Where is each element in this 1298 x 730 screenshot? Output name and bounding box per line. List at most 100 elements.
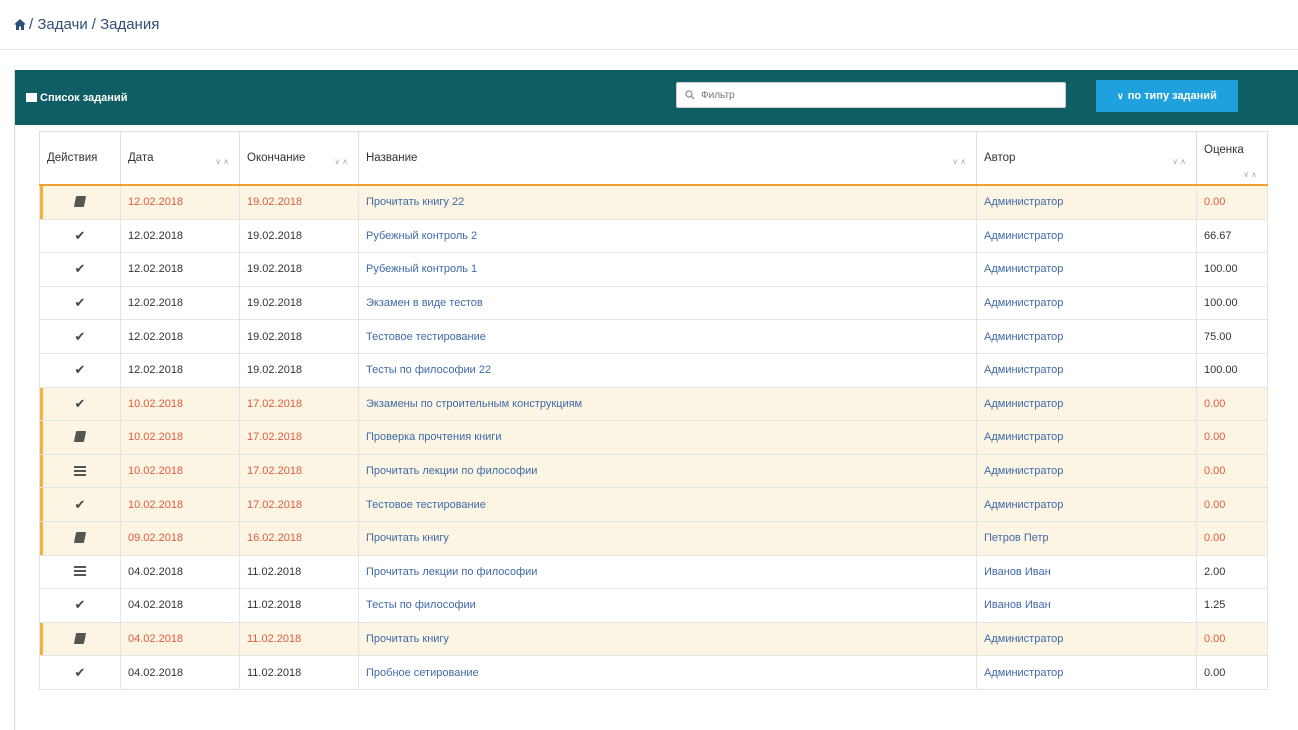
filter-by-type-button[interactable]: ∨ по типу заданий <box>1096 80 1238 112</box>
task-name-link[interactable]: Прочитать книгу 22 <box>358 184 977 220</box>
author-link[interactable]: Администратор <box>976 420 1197 455</box>
action-cell[interactable]: ✔ <box>39 218 121 254</box>
author-link[interactable]: Администратор <box>976 621 1197 657</box>
date-cell: 12.02.2018 <box>120 252 240 287</box>
sort-icon[interactable]: ∨∧ <box>334 157 350 166</box>
table-row[interactable]: ✔ 04.02.2018 11.02.2018 Тесты по философии И… <box>39 588 1268 623</box>
action-cell[interactable] <box>39 453 121 489</box>
task-name-link[interactable]: Проверка прочтения книги <box>358 420 977 455</box>
breadcrumb: / Задачи / Задания <box>0 0 1298 50</box>
task-name-link[interactable]: Прочитать книгу <box>358 621 977 657</box>
check-icon[interactable]: ✔ <box>75 329 86 344</box>
header-date[interactable]: Дата ∨∧ <box>120 131 240 186</box>
check-icon[interactable]: ✔ <box>75 228 86 243</box>
task-name-link[interactable]: Тесты по философии <box>358 588 977 623</box>
check-icon[interactable]: ✔ <box>75 362 86 377</box>
table-row[interactable]: ✔ 12.02.2018 19.02.2018 Тесты по философии … <box>39 352 1268 388</box>
check-icon[interactable]: ✔ <box>75 261 86 276</box>
check-icon[interactable]: ✔ <box>75 396 86 411</box>
header-score[interactable]: Оценка ∨∧ <box>1196 131 1268 186</box>
date-cell: 04.02.2018 <box>120 621 240 657</box>
filter-input[interactable] <box>695 89 1041 101</box>
table-row[interactable]: ✔ 12.02.2018 19.02.2018 Рубежный контроль 1… <box>39 252 1268 287</box>
header-author[interactable]: Автор ∨∧ <box>976 131 1197 186</box>
book-icon[interactable] <box>73 531 87 543</box>
table-row[interactable]: ✔ 10.02.2018 17.02.2018 Тестовое тестирован… <box>39 487 1268 522</box>
action-cell[interactable] <box>39 420 121 455</box>
filter-field[interactable] <box>676 82 1066 108</box>
table-row[interactable]: ✔ 10.02.2018 17.02.2018 Экзамены по строите… <box>39 386 1268 422</box>
sort-icon[interactable]: ∨∧ <box>952 157 968 166</box>
task-name-link[interactable]: Рубежный контроль 2 <box>358 218 977 254</box>
header-end[interactable]: Окончание ∨∧ <box>239 131 359 186</box>
action-cell[interactable]: ✔ <box>39 655 121 690</box>
author-link[interactable]: Иванов Иван <box>976 554 1197 590</box>
end-date-cell: 11.02.2018 <box>239 588 359 623</box>
table-row[interactable]: 10.02.2018 17.02.2018 Прочитать лекции по … <box>39 453 1268 489</box>
task-name-link[interactable]: Тестовое тестирование <box>358 487 977 522</box>
author-link[interactable]: Иванов Иван <box>976 588 1197 623</box>
task-name-link[interactable]: Прочитать книгу <box>358 520 977 556</box>
header-name[interactable]: Название ∨∧ <box>358 131 977 186</box>
action-cell[interactable]: ✔ <box>39 252 121 287</box>
author-link[interactable]: Администратор <box>976 252 1197 287</box>
breadcrumb-item-assignments: Задания <box>100 16 160 33</box>
task-name-link[interactable]: Тестовое тестирование <box>358 319 977 354</box>
task-name-link[interactable]: Экзамены по строительным конструкциям <box>358 386 977 422</box>
lines-icon[interactable] <box>74 566 86 577</box>
author-link[interactable]: Администратор <box>976 487 1197 522</box>
check-icon[interactable]: ✔ <box>75 497 86 512</box>
book-icon[interactable] <box>73 632 87 644</box>
action-cell[interactable] <box>39 184 121 220</box>
end-date-cell: 17.02.2018 <box>239 487 359 522</box>
author-link[interactable]: Администратор <box>976 184 1197 220</box>
action-cell[interactable]: ✔ <box>39 588 121 623</box>
sort-icon[interactable]: ∨∧ <box>1172 157 1188 166</box>
lines-icon[interactable] <box>74 465 86 476</box>
task-name-link[interactable]: Тесты по философии 22 <box>358 352 977 388</box>
table-row[interactable]: ✔ 12.02.2018 19.02.2018 Рубежный контроль 2… <box>39 218 1268 254</box>
book-icon[interactable] <box>73 195 87 207</box>
table-row[interactable]: 04.02.2018 11.02.2018 Прочитать книгу Админ… <box>39 621 1268 657</box>
action-cell[interactable]: ✔ <box>39 285 121 321</box>
author-link[interactable]: Администратор <box>976 453 1197 489</box>
table-row[interactable]: ✔ 12.02.2018 19.02.2018 Экзамен в виде тест… <box>39 285 1268 321</box>
action-cell[interactable] <box>39 621 121 657</box>
date-cell: 10.02.2018 <box>120 386 240 422</box>
table-row[interactable]: 10.02.2018 17.02.2018 Проверка прочтения к… <box>39 420 1268 455</box>
action-cell[interactable]: ✔ <box>39 386 121 422</box>
author-link[interactable]: Администратор <box>976 386 1197 422</box>
check-icon[interactable]: ✔ <box>75 597 86 612</box>
check-icon[interactable]: ✔ <box>75 295 86 310</box>
score-cell: 75.00 <box>1196 319 1268 354</box>
author-link[interactable]: Администратор <box>976 218 1197 254</box>
task-name-link[interactable]: Экзамен в виде тестов <box>358 285 977 321</box>
check-icon[interactable]: ✔ <box>75 665 86 680</box>
author-link[interactable]: Администратор <box>976 655 1197 690</box>
action-cell[interactable]: ✔ <box>39 487 121 522</box>
action-cell[interactable] <box>39 554 121 590</box>
author-link[interactable]: Администратор <box>976 319 1197 354</box>
sort-icon[interactable]: ∨∧ <box>1243 170 1259 179</box>
task-name-link[interactable]: Рубежный контроль 1 <box>358 252 977 287</box>
author-link[interactable]: Администратор <box>976 352 1197 388</box>
author-link[interactable]: Петров Петр <box>976 520 1197 556</box>
table-row[interactable]: 04.02.2018 11.02.2018 Прочитать лекции по … <box>39 554 1268 590</box>
breadcrumb-item-tasks[interactable]: Задачи <box>37 16 87 33</box>
table-row[interactable]: ✔ 04.02.2018 11.02.2018 Пробное сетирование… <box>39 655 1268 690</box>
panel-header: Список заданий ∨ по типу заданий <box>15 70 1298 125</box>
task-name-link[interactable]: Прочитать лекции по философии <box>358 453 977 489</box>
action-cell[interactable] <box>39 520 121 556</box>
author-link[interactable]: Администратор <box>976 285 1197 321</box>
book-icon[interactable] <box>73 430 87 442</box>
action-cell[interactable]: ✔ <box>39 352 121 388</box>
sort-icon[interactable]: ∨∧ <box>215 157 231 166</box>
task-name-link[interactable]: Пробное сетирование <box>358 655 977 690</box>
action-cell[interactable]: ✔ <box>39 319 121 354</box>
table-row[interactable]: 12.02.2018 19.02.2018 Прочитать книгу 22 Ад… <box>39 184 1268 220</box>
home-icon[interactable] <box>13 18 27 31</box>
date-cell: 04.02.2018 <box>120 655 240 690</box>
table-row[interactable]: ✔ 12.02.2018 19.02.2018 Тестовое тестирован… <box>39 319 1268 354</box>
table-row[interactable]: 09.02.2018 16.02.2018 Прочитать книгу Петро… <box>39 520 1268 556</box>
task-name-link[interactable]: Прочитать лекции по философии <box>358 554 977 590</box>
